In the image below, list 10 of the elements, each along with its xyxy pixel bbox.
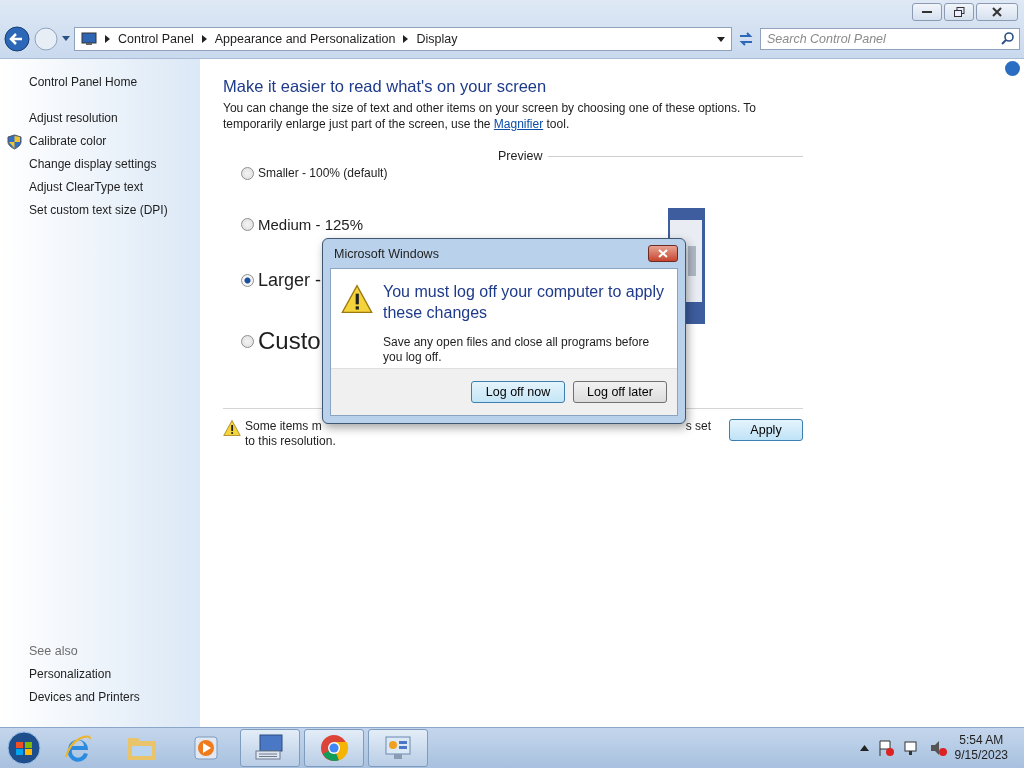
see-also-heading: See also [29, 643, 79, 660]
warning-text: s set [685, 419, 711, 434]
warning-text: Some items m [245, 419, 322, 434]
page-title: Make it easier to read what's on your screen [223, 77, 548, 96]
warning-text: to this resolution. [245, 434, 337, 449]
intro-text: You can change the size of text and other items on your screen by choosing one of these options. To temporarily enlarge just part of the screen, use the Magnifier tool. [223, 100, 757, 132]
dialog-message: Save any open files and close all programs before you log off. [383, 335, 651, 365]
dialog-title: Microsoft Windows [334, 246, 439, 261]
dialog-heading: You must log off your computer to apply these changes [383, 282, 666, 323]
preview-label: Preview [498, 149, 543, 163]
